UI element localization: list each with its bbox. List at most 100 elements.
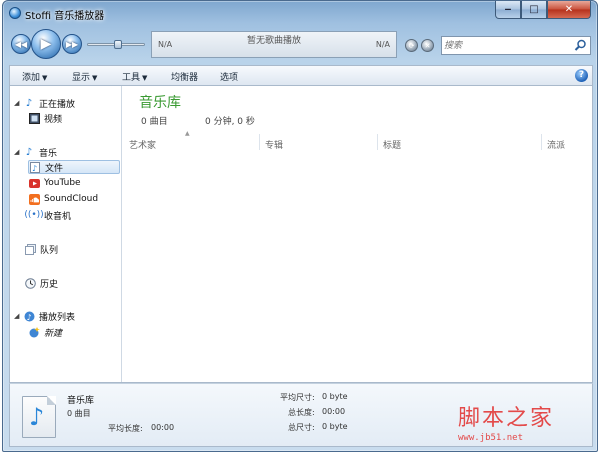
menu-add[interactable]: 添加 ▼ <box>22 70 47 83</box>
shuffle-button[interactable]: ⟳ <box>405 39 418 52</box>
previous-button[interactable]: ◀◀ <box>11 34 31 54</box>
window-title: Stoffi 音乐播放器 <box>25 11 105 22</box>
chevron-down-icon: ▼ <box>92 74 98 82</box>
watermark-text: 脚本之家 <box>458 406 555 431</box>
menu-display[interactable]: 显示 ▼ <box>72 70 97 83</box>
avg-length-value: 00:00 <box>151 423 175 432</box>
minimize-button[interactable]: ‒ <box>495 1 521 19</box>
collapse-arrow-icon[interactable]: ◢ <box>14 99 23 107</box>
total-size-label: 总尺寸: <box>288 423 315 432</box>
play-button[interactable]: ▶ <box>31 29 61 59</box>
previous-icon: ◀◀ <box>14 39 28 49</box>
sidebar-item-label: 收音机 <box>44 211 72 222</box>
details-track-count: 0 曲目 <box>67 409 91 418</box>
column-header-genre[interactable]: 流派 <box>547 138 565 151</box>
sidebar-item-now-playing[interactable]: ◢ ♪ 正在播放 <box>14 96 75 110</box>
sidebar-item-label: YouTube <box>44 178 81 188</box>
svg-text:♪: ♪ <box>32 164 37 173</box>
content-area: ◢ ♪ 正在播放 视频 ◢ ♪ 音乐 ♪ 文件 YouTube SoundClo… <box>9 85 593 383</box>
menu-add-label: 添加 <box>22 73 41 83</box>
sidebar-item-label: 音乐 <box>39 148 58 159</box>
column-divider[interactable] <box>259 134 260 150</box>
music-note-icon: ♪ <box>25 97 33 109</box>
music-note-icon: ♪ <box>25 146 33 158</box>
column-header-album[interactable]: 专辑 <box>265 138 283 151</box>
navigation-sidebar: ◢ ♪ 正在播放 视频 ◢ ♪ 音乐 ♪ 文件 YouTube SoundClo… <box>10 86 122 382</box>
sidebar-item-label: 新建 <box>44 328 63 339</box>
sidebar-item-music[interactable]: ◢ ♪ 音乐 <box>14 145 57 159</box>
library-pane: 音乐库 0 曲目 0 分钟, 0 秒 ▲ 艺术家 专辑 标题 流派 <box>123 86 592 382</box>
collapse-arrow-icon[interactable]: ◢ <box>14 312 23 320</box>
app-logo-icon <box>9 7 21 19</box>
now-playing-display: N/A 暂无歌曲播放 N/A <box>151 31 397 58</box>
menu-bar: 添加 ▼ 显示 ▼ 工具 ▼ 均衡器 选项 ? <box>9 65 593 85</box>
sidebar-item-label: 历史 <box>40 279 59 290</box>
next-icon: ▶▶ <box>65 39 79 49</box>
menu-options[interactable]: 选项 <box>220 70 238 83</box>
queue-icon <box>24 243 36 255</box>
library-track-count: 0 曲目 <box>141 117 168 127</box>
details-title: 音乐库 <box>67 396 95 406</box>
close-icon: ✕ <box>564 4 574 15</box>
shuffle-icon: ⟳ <box>408 41 415 50</box>
sidebar-item-youtube[interactable]: YouTube <box>28 176 81 190</box>
sidebar-item-label: 队列 <box>40 245 59 256</box>
help-icon[interactable]: ? <box>575 69 588 82</box>
now-playing-title: 暂无歌曲播放 <box>246 36 301 46</box>
maximize-icon: □ <box>529 4 539 15</box>
volume-slider[interactable] <box>87 40 145 49</box>
column-divider[interactable] <box>377 134 378 150</box>
column-header-title[interactable]: 标题 <box>383 138 401 151</box>
menu-tools[interactable]: 工具 ▼ <box>122 70 147 83</box>
minimize-icon: ‒ <box>504 4 512 15</box>
new-playlist-icon <box>28 326 40 338</box>
play-icon: ▶ <box>40 36 52 52</box>
app-window: Stoffi 音乐播放器 ‒ □ ✕ ◀◀ ▶▶ ▶ N/A 暂无歌曲播放 N/… <box>2 0 598 452</box>
sidebar-item-video[interactable]: 视频 <box>28 111 62 125</box>
youtube-icon <box>28 177 40 189</box>
search-icon[interactable] <box>574 39 587 52</box>
file-icon: ♪ <box>29 161 41 173</box>
next-button[interactable]: ▶▶ <box>62 34 82 54</box>
collapse-arrow-icon[interactable]: ◢ <box>14 148 23 156</box>
volume-slider-thumb[interactable] <box>114 40 122 49</box>
avg-size-label: 平均尺寸: <box>280 393 315 402</box>
sidebar-item-history[interactable]: 历史 <box>24 276 58 290</box>
menu-equalizer[interactable]: 均衡器 <box>171 70 198 83</box>
sort-ascending-icon: ▲ <box>185 130 190 137</box>
chevron-down-icon: ▼ <box>42 74 48 82</box>
total-length-label: 总长度: <box>288 408 315 417</box>
sidebar-item-label: 播放列表 <box>39 312 76 323</box>
repeat-icon: ✕ <box>424 41 431 50</box>
site-watermark: 脚本之家 www.jb51.net <box>458 400 554 443</box>
repeat-button[interactable]: ✕ <box>421 39 434 52</box>
film-icon <box>28 112 40 124</box>
library-duration: 0 分钟, 0 秒 <box>205 117 255 127</box>
sidebar-item-playlists[interactable]: ◢ ♪ 播放列表 <box>14 309 75 323</box>
remaining-time: N/A <box>375 40 390 49</box>
menu-tools-label: 工具 <box>122 73 141 83</box>
sidebar-item-label: 文件 <box>45 163 64 174</box>
avg-size-value: 0 byte <box>322 392 348 401</box>
search-input[interactable] <box>444 38 572 53</box>
sidebar-item-new-playlist[interactable]: 新建 <box>28 325 62 339</box>
menu-display-label: 显示 <box>72 73 91 83</box>
title-bar[interactable]: Stoffi 音乐播放器 ‒ □ ✕ <box>3 1 597 25</box>
sidebar-item-label: 视频 <box>44 114 63 125</box>
sidebar-item-files[interactable]: ♪ 文件 <box>28 160 120 174</box>
playlist-icon: ♪ <box>23 310 35 322</box>
sidebar-item-label: 正在播放 <box>39 99 76 110</box>
column-divider[interactable] <box>541 134 542 150</box>
clock-icon <box>24 277 36 289</box>
sidebar-item-queue[interactable]: 队列 <box>24 242 58 256</box>
watermark-url: www.jb51.net <box>458 433 524 443</box>
chevron-down-icon: ▼ <box>142 74 148 82</box>
close-button[interactable]: ✕ <box>547 1 591 19</box>
maximize-button[interactable]: □ <box>521 1 547 19</box>
sidebar-item-radio[interactable]: ((•)) 收音机 <box>24 208 72 222</box>
total-size-value: 0 byte <box>322 422 348 431</box>
search-box <box>441 36 591 55</box>
column-header-artist[interactable]: 艺术家 <box>129 138 156 151</box>
sidebar-item-soundcloud[interactable]: SoundCloud <box>28 192 98 206</box>
sidebar-item-label: SoundCloud <box>44 194 99 204</box>
